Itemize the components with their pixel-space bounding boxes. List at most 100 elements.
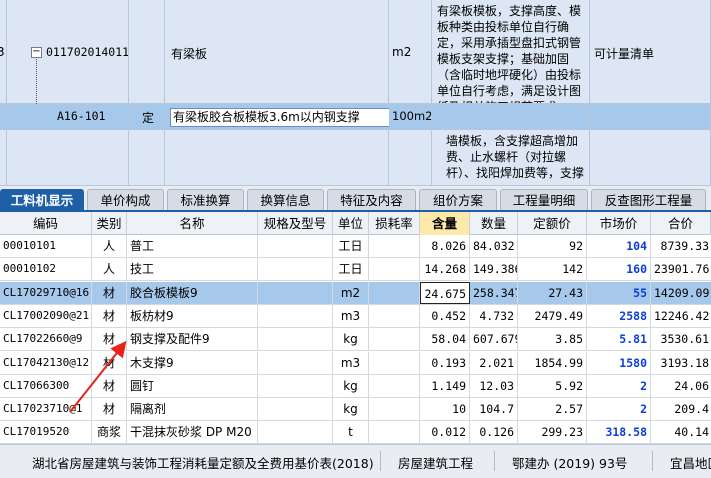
cell-spec[interactable] — [258, 374, 333, 397]
cell-quota-price[interactable]: 3.85 — [518, 328, 587, 351]
table-row[interactable]: CL17023710@1 材隔离剂 kg 10 104.7 2.57 2 209.4 — [0, 398, 711, 422]
cell-code[interactable]: CL17023710@1 — [0, 398, 92, 421]
cell-code[interactable]: CL17042130@12 — [0, 351, 92, 374]
cell-code[interactable]: CL17029710@16 — [0, 281, 92, 304]
cell-loss-rate[interactable] — [369, 351, 420, 374]
col-header-market-price[interactable]: 市场价 — [587, 212, 651, 235]
cell-market-price[interactable]: 104 — [587, 235, 651, 257]
cell-loss-rate[interactable] — [369, 304, 420, 327]
status-document[interactable]: 鄂建办 (2019) 93号 — [512, 453, 627, 472]
cell-content[interactable]: 58.04 — [420, 328, 470, 351]
cell-spec[interactable] — [258, 281, 333, 304]
quota-remark-cell[interactable] — [590, 104, 711, 130]
cell-quantity[interactable]: 4.732 — [470, 304, 518, 327]
cell-quota-price[interactable]: 5.92 — [518, 374, 587, 397]
cell-spec[interactable] — [258, 235, 333, 257]
bill-name-cell[interactable] — [165, 130, 389, 186]
cell-spec[interactable] — [258, 258, 333, 281]
cell-content[interactable]: 0.193 — [420, 351, 470, 374]
cell-name[interactable]: 隔离剂 — [127, 398, 258, 421]
cell-name[interactable]: 胶合板模板9 — [127, 281, 258, 304]
cell-code[interactable]: CL17066300 — [0, 374, 92, 397]
cell-quota-price[interactable]: 142 — [518, 258, 587, 281]
row-number-cell[interactable]: 3 — [0, 0, 7, 104]
col-header-quantity[interactable]: 数量 — [470, 212, 518, 235]
row-number-cell[interactable] — [0, 104, 7, 130]
cell-market-price[interactable]: 2 — [587, 398, 651, 421]
cell-total[interactable]: 14209.09 — [651, 282, 711, 304]
quota-unit-cell[interactable]: 100m2 — [389, 104, 432, 130]
col-header-unit[interactable]: 单位 — [333, 212, 369, 235]
bill-name-cell[interactable]: 有梁板 — [165, 0, 389, 104]
cell-spec[interactable] — [258, 328, 333, 351]
cell-total[interactable]: 23901.76 — [651, 258, 711, 280]
quota-name-input[interactable]: 有梁板胶合板模板3.6m以内钢支撑 — [170, 108, 390, 127]
table-row[interactable]: CL17042130@12 材木支撑9 m3 0.193 2.021 1854.99 158… — [0, 351, 711, 375]
cell-content[interactable]: 0.012 — [420, 421, 470, 444]
cell-market-price[interactable]: 160 — [587, 258, 651, 281]
cell-quota-price[interactable]: 27.43 — [518, 281, 587, 304]
cell-name[interactable]: 钢支撑及配件9 — [127, 328, 258, 351]
cell-content[interactable]: 24.675 — [420, 281, 470, 304]
table-row[interactable]: CL17029710@16 材胶合板模板9 m2 24.675 258.347 27.43… — [0, 281, 711, 305]
cell-quantity[interactable]: 2.021 — [470, 351, 518, 374]
cell-total[interactable]: 8739.33 — [651, 235, 711, 257]
tab-features-content[interactable]: 特征及内容 — [327, 189, 416, 210]
cell-type[interactable]: 人 — [92, 258, 127, 281]
cell-spec[interactable] — [258, 304, 333, 327]
cell-unit[interactable]: kg — [333, 374, 369, 397]
col-header-content[interactable]: 含量 — [420, 212, 470, 235]
table-row[interactable]: CL17019520 商浆 干混抹灰砂浆 DP M20 t 0.012 0.126 299.… — [0, 421, 711, 444]
bill-type-cell[interactable] — [129, 0, 165, 104]
bill-type-cell[interactable] — [129, 130, 165, 186]
cell-total[interactable]: 40.14 — [651, 421, 711, 443]
cell-content[interactable]: 10 — [420, 398, 470, 421]
cell-quantity[interactable]: 12.03 — [470, 374, 518, 397]
cell-unit[interactable]: kg — [333, 328, 369, 351]
col-header-quota-price[interactable]: 定额价 — [518, 212, 587, 235]
col-header-total[interactable]: 合价 — [651, 212, 711, 235]
table-row[interactable]: 00010102 人技工 工日 14.268 149.386 142 160 23901.76 — [0, 258, 711, 282]
cell-type[interactable]: 材 — [92, 351, 127, 374]
cell-total[interactable]: 24.06 — [651, 375, 711, 397]
cell-quantity[interactable]: 149.386 — [470, 258, 518, 281]
item-feature-cell[interactable]: 有梁板模板，支撑高度、模板种类由投标单位自行确定，采用承插型盘扣式钢管模板支架支… — [432, 0, 590, 104]
cell-content[interactable]: 14.268 — [420, 258, 470, 281]
cell-type[interactable]: 材 — [92, 398, 127, 421]
cell-total[interactable]: 3193.18 — [651, 352, 711, 374]
cell-unit[interactable]: m3 — [333, 351, 369, 374]
cell-quantity[interactable]: 84.032 — [470, 235, 518, 257]
cell-total[interactable]: 12246.42 — [651, 305, 711, 327]
cell-name[interactable]: 干混抹灰砂浆 DP M20 — [127, 421, 258, 444]
row-number-cell[interactable] — [0, 130, 7, 186]
table-row[interactable]: CL17066300 材圆钉 kg 1.149 12.03 5.92 2 24.06 — [0, 374, 711, 398]
cell-quota-price[interactable]: 299.23 — [518, 421, 587, 444]
col-header-spec[interactable]: 规格及型号 — [258, 212, 333, 235]
cell-code[interactable]: CL17002090@21 — [0, 304, 92, 327]
cell-name[interactable]: 普工 — [127, 235, 258, 257]
cell-code[interactable]: 00010101 — [0, 235, 92, 257]
table-row[interactable]: 00010101 人普工 工日 8.026 84.032 92 104 8739.33 — [0, 235, 711, 258]
cell-unit[interactable]: m2 — [333, 281, 369, 304]
cell-spec[interactable] — [258, 351, 333, 374]
collapse-toggle-icon[interactable]: − — [31, 47, 42, 58]
table-row[interactable]: CL17022660@9 材钢支撑及配件9 kg 58.04 607.679 3.85 5.… — [0, 328, 711, 352]
cell-quantity[interactable]: 258.347 — [470, 281, 518, 304]
item-feature-cell[interactable]: 墙模板，含支撑超高增加费、止水螺杆（对拉螺杆）、找阳焊加费等，支撑 — [432, 130, 590, 186]
bill-unit-cell[interactable]: m2 — [389, 0, 432, 104]
remark-cell[interactable]: 可计量清单 — [590, 0, 711, 104]
cell-total[interactable]: 3530.61 — [651, 328, 711, 350]
col-header-code[interactable]: 编码 — [0, 212, 92, 235]
cell-loss-rate[interactable] — [369, 421, 420, 444]
cell-unit[interactable]: 工日 — [333, 235, 369, 257]
col-header-type[interactable]: 类别 — [92, 212, 127, 235]
cell-quota-price[interactable]: 2.57 — [518, 398, 587, 421]
cell-content[interactable]: 0.452 — [420, 304, 470, 327]
cell-code[interactable]: CL17022660@9 — [0, 328, 92, 351]
cell-market-price[interactable]: 5.81 — [587, 328, 651, 351]
cell-name[interactable]: 圆钉 — [127, 374, 258, 397]
quota-type-cell[interactable]: 定 — [129, 104, 165, 130]
quota-code-cell[interactable]: A16-101 — [7, 104, 129, 130]
cell-unit[interactable]: t — [333, 421, 369, 444]
status-quota-book[interactable]: 湖北省房屋建筑与装饰工程消耗量定额及全费用基价表(2018) — [32, 453, 374, 472]
